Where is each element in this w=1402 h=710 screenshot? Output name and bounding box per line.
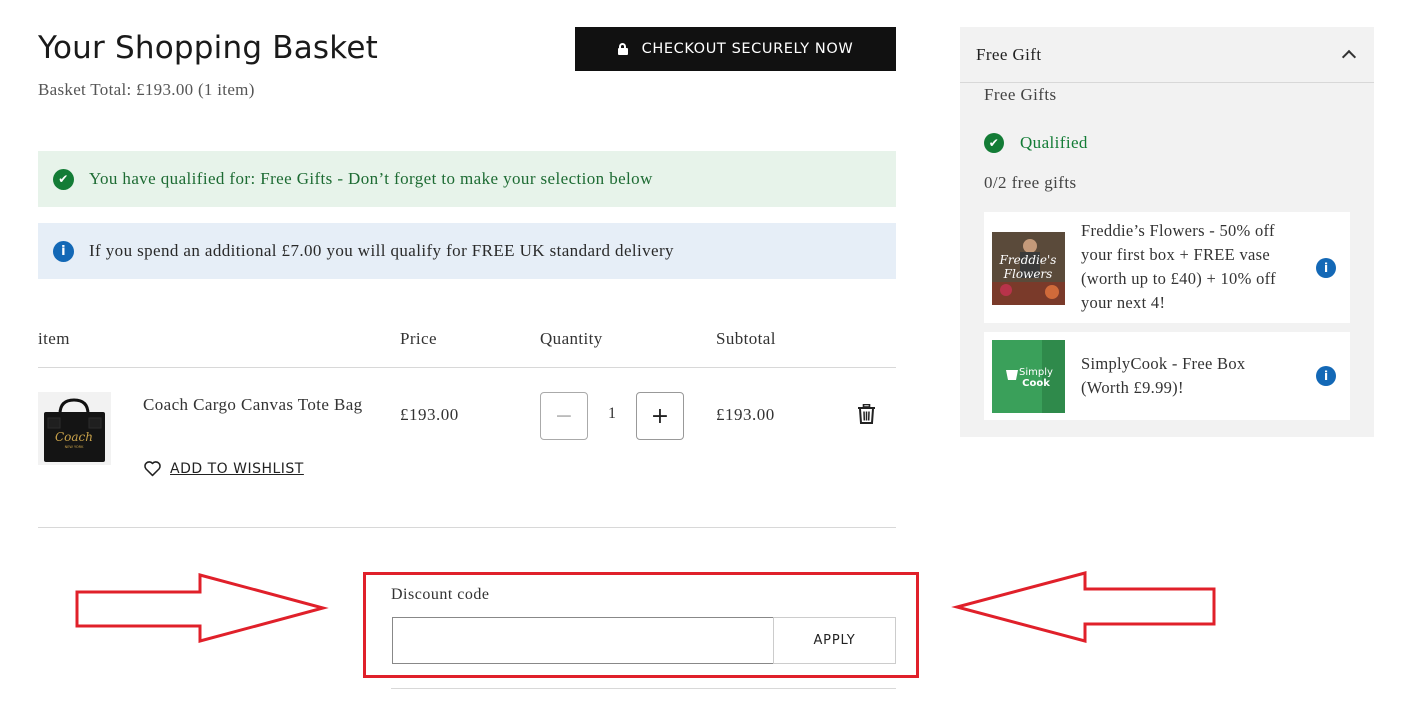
heart-icon <box>144 461 161 477</box>
minus-icon: − <box>554 403 574 429</box>
annotation-highlight-box <box>363 572 919 678</box>
simplycook-logo-line1: Simply <box>1019 367 1053 378</box>
column-header-quantity: Quantity <box>540 329 603 348</box>
banner-success-text: You have qualified for: Free Gifts - Don… <box>89 169 653 188</box>
add-to-wishlist-button[interactable]: ADD TO WISHLIST <box>143 460 304 477</box>
gift-option-freddies-flowers[interactable]: Freddie's Flowers Freddie’s Flowers - 50… <box>984 212 1350 323</box>
product-name-link[interactable]: Coach Cargo Canvas Tote Bag <box>143 393 363 417</box>
quantity-decrease-button[interactable]: − <box>540 392 588 440</box>
free-gift-panel: Free Gift Free Gifts ✔ Qualified 0/2 fre… <box>960 27 1374 437</box>
qualified-label: Qualified <box>1020 133 1088 152</box>
free-gifts-subtitle: Free Gifts <box>984 85 1057 104</box>
simplycook-logo: Simply Cook <box>992 340 1065 413</box>
column-header-subtotal: Subtotal <box>716 329 776 348</box>
basket-total: Basket Total: £193.00 (1 item) <box>38 80 255 99</box>
annotation-arrow-right <box>75 573 329 643</box>
page-title: Your Shopping Basket <box>38 30 378 66</box>
header-divider <box>38 367 896 368</box>
free-gift-count: 0/2 free gifts <box>984 173 1077 192</box>
plus-icon: + <box>650 403 670 429</box>
column-header-item: item <box>38 329 70 348</box>
gift-option-simplycook[interactable]: Simply Cook SimplyCook - Free Box (Worth… <box>984 332 1350 420</box>
free-gift-title: Free Gift <box>976 44 1042 64</box>
remove-item-button[interactable] <box>857 403 876 424</box>
freddies-logo-line2: Flowers <box>1003 267 1053 281</box>
check-circle-icon: ✔ <box>53 168 74 190</box>
lock-icon <box>617 43 628 55</box>
banner-info-text: If you spend an additional £7.00 you wil… <box>89 241 674 260</box>
column-header-price: Price <box>400 329 437 348</box>
quantity-value[interactable]: 1 <box>600 405 624 423</box>
check-circle-icon: ✔ <box>984 133 1004 153</box>
checkout-button-label: CHECKOUT SECURELY NOW <box>641 41 854 57</box>
add-to-wishlist-label: ADD TO WISHLIST <box>170 460 304 477</box>
freddies-flowers-logo: Freddie's Flowers <box>992 232 1065 305</box>
info-icon: i <box>53 240 74 262</box>
delivery-info-banner: i If you spend an additional £7.00 you w… <box>38 223 896 279</box>
qualified-status: ✔ Qualified <box>984 133 1088 153</box>
product-image-brand: Coach <box>55 430 93 444</box>
free-gift-qualified-banner: ✔ You have qualified for: Free Gifts - D… <box>38 151 896 207</box>
product-price: £193.00 <box>400 405 459 424</box>
checkout-button[interactable]: CHECKOUT SECURELY NOW <box>575 27 896 71</box>
product-image-subbrand: NEW YORK <box>65 445 85 449</box>
gift-description: SimplyCook - Free Box (Worth £9.99)! <box>1081 354 1246 397</box>
trash-icon <box>858 403 875 424</box>
freddies-logo-line1: Freddie's <box>999 253 1057 267</box>
discount-divider <box>391 688 896 689</box>
free-gift-accordion-header[interactable]: Free Gift <box>960 27 1374 83</box>
annotation-arrow-left <box>951 571 1216 643</box>
chevron-up-icon <box>1341 49 1357 65</box>
info-icon[interactable]: i <box>1316 258 1336 278</box>
row-divider <box>38 527 896 528</box>
product-subtotal: £193.00 <box>716 405 775 424</box>
product-image[interactable]: Coach NEW YORK <box>38 392 111 465</box>
info-icon[interactable]: i <box>1316 366 1336 386</box>
gift-description: Freddie’s Flowers - 50% off your first b… <box>1081 221 1276 312</box>
simplycook-logo-line2: Cook <box>1022 378 1050 389</box>
quantity-increase-button[interactable]: + <box>636 392 684 440</box>
